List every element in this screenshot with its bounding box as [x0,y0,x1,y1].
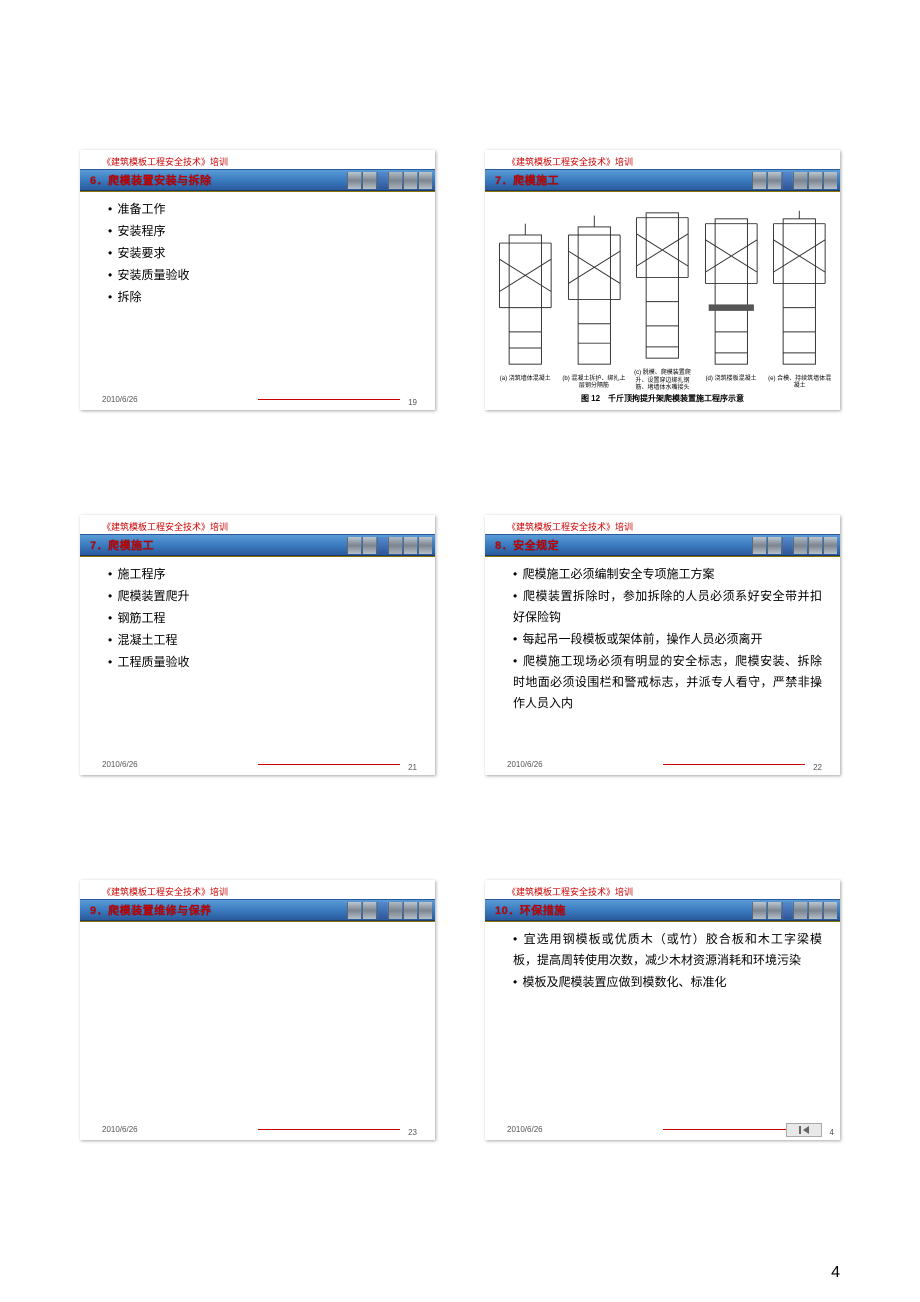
formwork-schematic-icon [767,209,832,374]
slide-21: 《建筑模板工程安全技术》培训 7．爬模施工 施工程序 爬模装置爬升 钢筋工程 混… [80,515,435,775]
diagram-col-b: (b) 混凝土拆护、绑扎上层钢分隔筋 [562,209,627,392]
footer-rule [258,764,401,765]
slide-23: 《建筑模板工程安全技术》培训 9．爬模装置维修与保养 2010/6/26 23 [80,880,435,1140]
list-item: 安装要求 [108,243,417,264]
diagram-col-e: (e) 合模、持续筑墙体混凝土 [767,209,832,392]
diagram-label: (b) 混凝土拆护、绑扎上层钢分隔筋 [562,376,627,392]
course-label: 《建筑模板工程安全技术》培训 [485,515,840,534]
slide-title: 7．爬模施工 [495,172,559,188]
list-item: 爬模装置拆除时，参加拆除的人员必须系好安全带并扣好保险钩 [513,586,822,628]
list-item: 爬模装置爬升 [108,586,417,607]
footer-rule [258,399,401,400]
list-item: 模板及爬模装置应做到模数化、标准化 [513,972,822,993]
course-label: 《建筑模板工程安全技术》培训 [80,515,435,534]
list-item: 爬模施工必须编制安全专项施工方案 [513,564,822,585]
list-item: 工程质量验收 [108,652,417,673]
slide-grid: 《建筑模板工程安全技术》培训 6．爬模装置安装与拆除 准备工作 安装程序 安装要… [80,150,840,1140]
diagram-body: (a) 浇筑墙体混凝土 [485,191,840,410]
list-item: 钢筋工程 [108,608,417,629]
slide-diagram: 《建筑模板工程安全技术》培训 7．爬模施工 [485,150,840,410]
list-item: 爬模施工现场必须有明显的安全标志，爬模安装、拆除时地面必须设围栏和警戒标志，并派… [513,651,822,714]
title-bar: 10．环保措施 [485,899,840,921]
diagram-caption: 图 12 千斤顶拘提升架爬模装置施工程序示意 [493,393,832,406]
diagram-col-a: (a) 浇筑墙体混凝土 [493,209,558,392]
list-item: 安装质量验收 [108,265,417,286]
formwork-schematic-icon [562,209,627,374]
diagram-label: (a) 浇筑墙体混凝土 [500,376,551,392]
nav-prev-icon[interactable] [786,1123,822,1137]
formwork-schematic-icon [493,209,558,374]
slide-footer: 2010/6/26 19 [80,392,435,410]
list-item: 宜选用钢模板或优质木（或竹）胶合板和木工字梁模板，提高周转使用次数，减少木材资源… [513,929,822,971]
banner-decoration-icon [347,172,432,189]
footer-rule [663,764,806,765]
course-label: 《建筑模板工程安全技术》培训 [485,880,840,899]
title-bar: 8．安全规定 [485,534,840,556]
list-item: 拆除 [108,287,417,308]
list-item: 每起吊一段模板或架体前，操作人员必须离开 [513,629,822,650]
slide-body: 准备工作 安装程序 安装要求 安装质量验收 拆除 [80,191,435,392]
footer-page-number: 22 [813,763,822,772]
slide-24: 《建筑模板工程安全技术》培训 10．环保措施 宜选用钢模板或优质木（或竹）胶合板… [485,880,840,1140]
diagram-row: (a) 浇筑墙体混凝土 [493,195,832,392]
course-label: 《建筑模板工程安全技术》培训 [485,150,840,169]
list-item: 混凝土工程 [108,630,417,651]
slide-title: 7．爬模施工 [90,537,154,553]
slide-title: 10．环保措施 [495,902,566,918]
handout-page: 《建筑模板工程安全技术》培训 6．爬模装置安装与拆除 准备工作 安装程序 安装要… [0,0,920,1302]
slide-body: 爬模施工必须编制安全专项施工方案 爬模装置拆除时，参加拆除的人员必须系好安全带并… [485,556,840,757]
banner-decoration-icon [347,537,432,554]
slide-body [80,921,435,1122]
list-item: 准备工作 [108,199,417,220]
slide-footer: 2010/6/26 23 [80,1122,435,1140]
footer-page-number: 19 [408,398,417,407]
slide-title: 8．安全规定 [495,537,559,553]
banner-decoration-icon [752,902,837,919]
slide-22: 《建筑模板工程安全技术》培训 8．安全规定 爬模施工必须编制安全专项施工方案 爬… [485,515,840,775]
slide-footer: 2010/6/26 21 [80,757,435,775]
footer-page-number: 4 [830,1128,834,1137]
slide-body: 宜选用钢模板或优质木（或竹）胶合板和木工字梁模板，提高周转使用次数，减少木材资源… [485,921,840,1122]
banner-decoration-icon [752,172,837,189]
slide-19: 《建筑模板工程安全技术》培训 6．爬模装置安装与拆除 准备工作 安装程序 安装要… [80,150,435,410]
diagram-label: (c) 脱模、爬模装置爬升、设置穿边绑扎钢筋、堵墙体水嘴接头 [630,370,695,392]
course-label: 《建筑模板工程安全技术》培训 [80,880,435,899]
slide-footer: 2010/6/26 4 [485,1122,840,1140]
formwork-schematic-icon [699,209,764,374]
footer-page-number: 21 [408,763,417,772]
footer-page-number: 23 [408,1128,417,1137]
slide-title: 9．爬模装置维修与保养 [90,902,212,918]
slide-body: 施工程序 爬模装置爬升 钢筋工程 混凝土工程 工程质量验收 [80,556,435,757]
slide-footer: 2010/6/26 22 [485,757,840,775]
footer-rule [663,1129,806,1130]
list-item: 安装程序 [108,221,417,242]
banner-decoration-icon [752,537,837,554]
formwork-schematic-icon [630,203,695,368]
handout-page-number: 4 [831,1264,840,1282]
footer-rule [258,1129,401,1130]
diagram-col-c: (c) 脱模、爬模装置爬升、设置穿边绑扎钢筋、堵墙体水嘴接头 [630,203,695,392]
slide-title: 6．爬模装置安装与拆除 [90,172,212,188]
diagram-label: (d) 浇筑楼板混凝土 [706,376,757,392]
title-bar: 7．爬模施工 [80,534,435,556]
course-label: 《建筑模板工程安全技术》培训 [80,150,435,169]
banner-decoration-icon [347,902,432,919]
title-bar: 6．爬模装置安装与拆除 [80,169,435,191]
title-bar: 9．爬模装置维修与保养 [80,899,435,921]
diagram-col-d: (d) 浇筑楼板混凝土 [699,209,764,392]
diagram-label: (e) 合模、持续筑墙体混凝土 [767,376,832,392]
list-item: 施工程序 [108,564,417,585]
title-bar: 7．爬模施工 [485,169,840,191]
